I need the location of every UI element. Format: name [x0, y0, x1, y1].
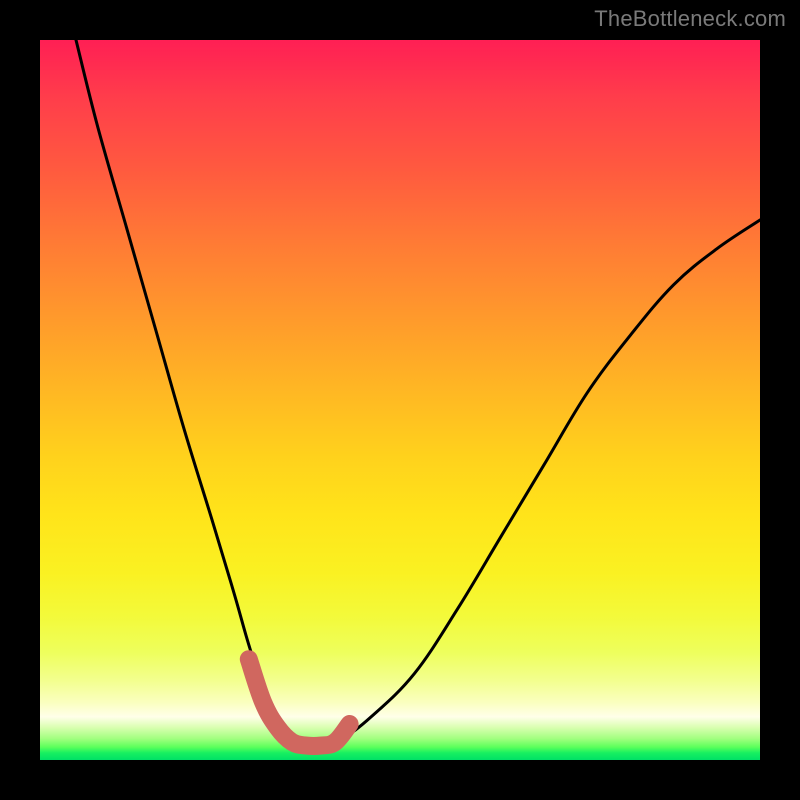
watermark-text: TheBottleneck.com — [594, 6, 786, 32]
chart-frame: TheBottleneck.com — [0, 0, 800, 800]
bottleneck-curve — [76, 40, 760, 747]
chart-plot-area — [40, 40, 760, 760]
optimal-zone-marker — [249, 659, 350, 746]
chart-svg — [40, 40, 760, 760]
